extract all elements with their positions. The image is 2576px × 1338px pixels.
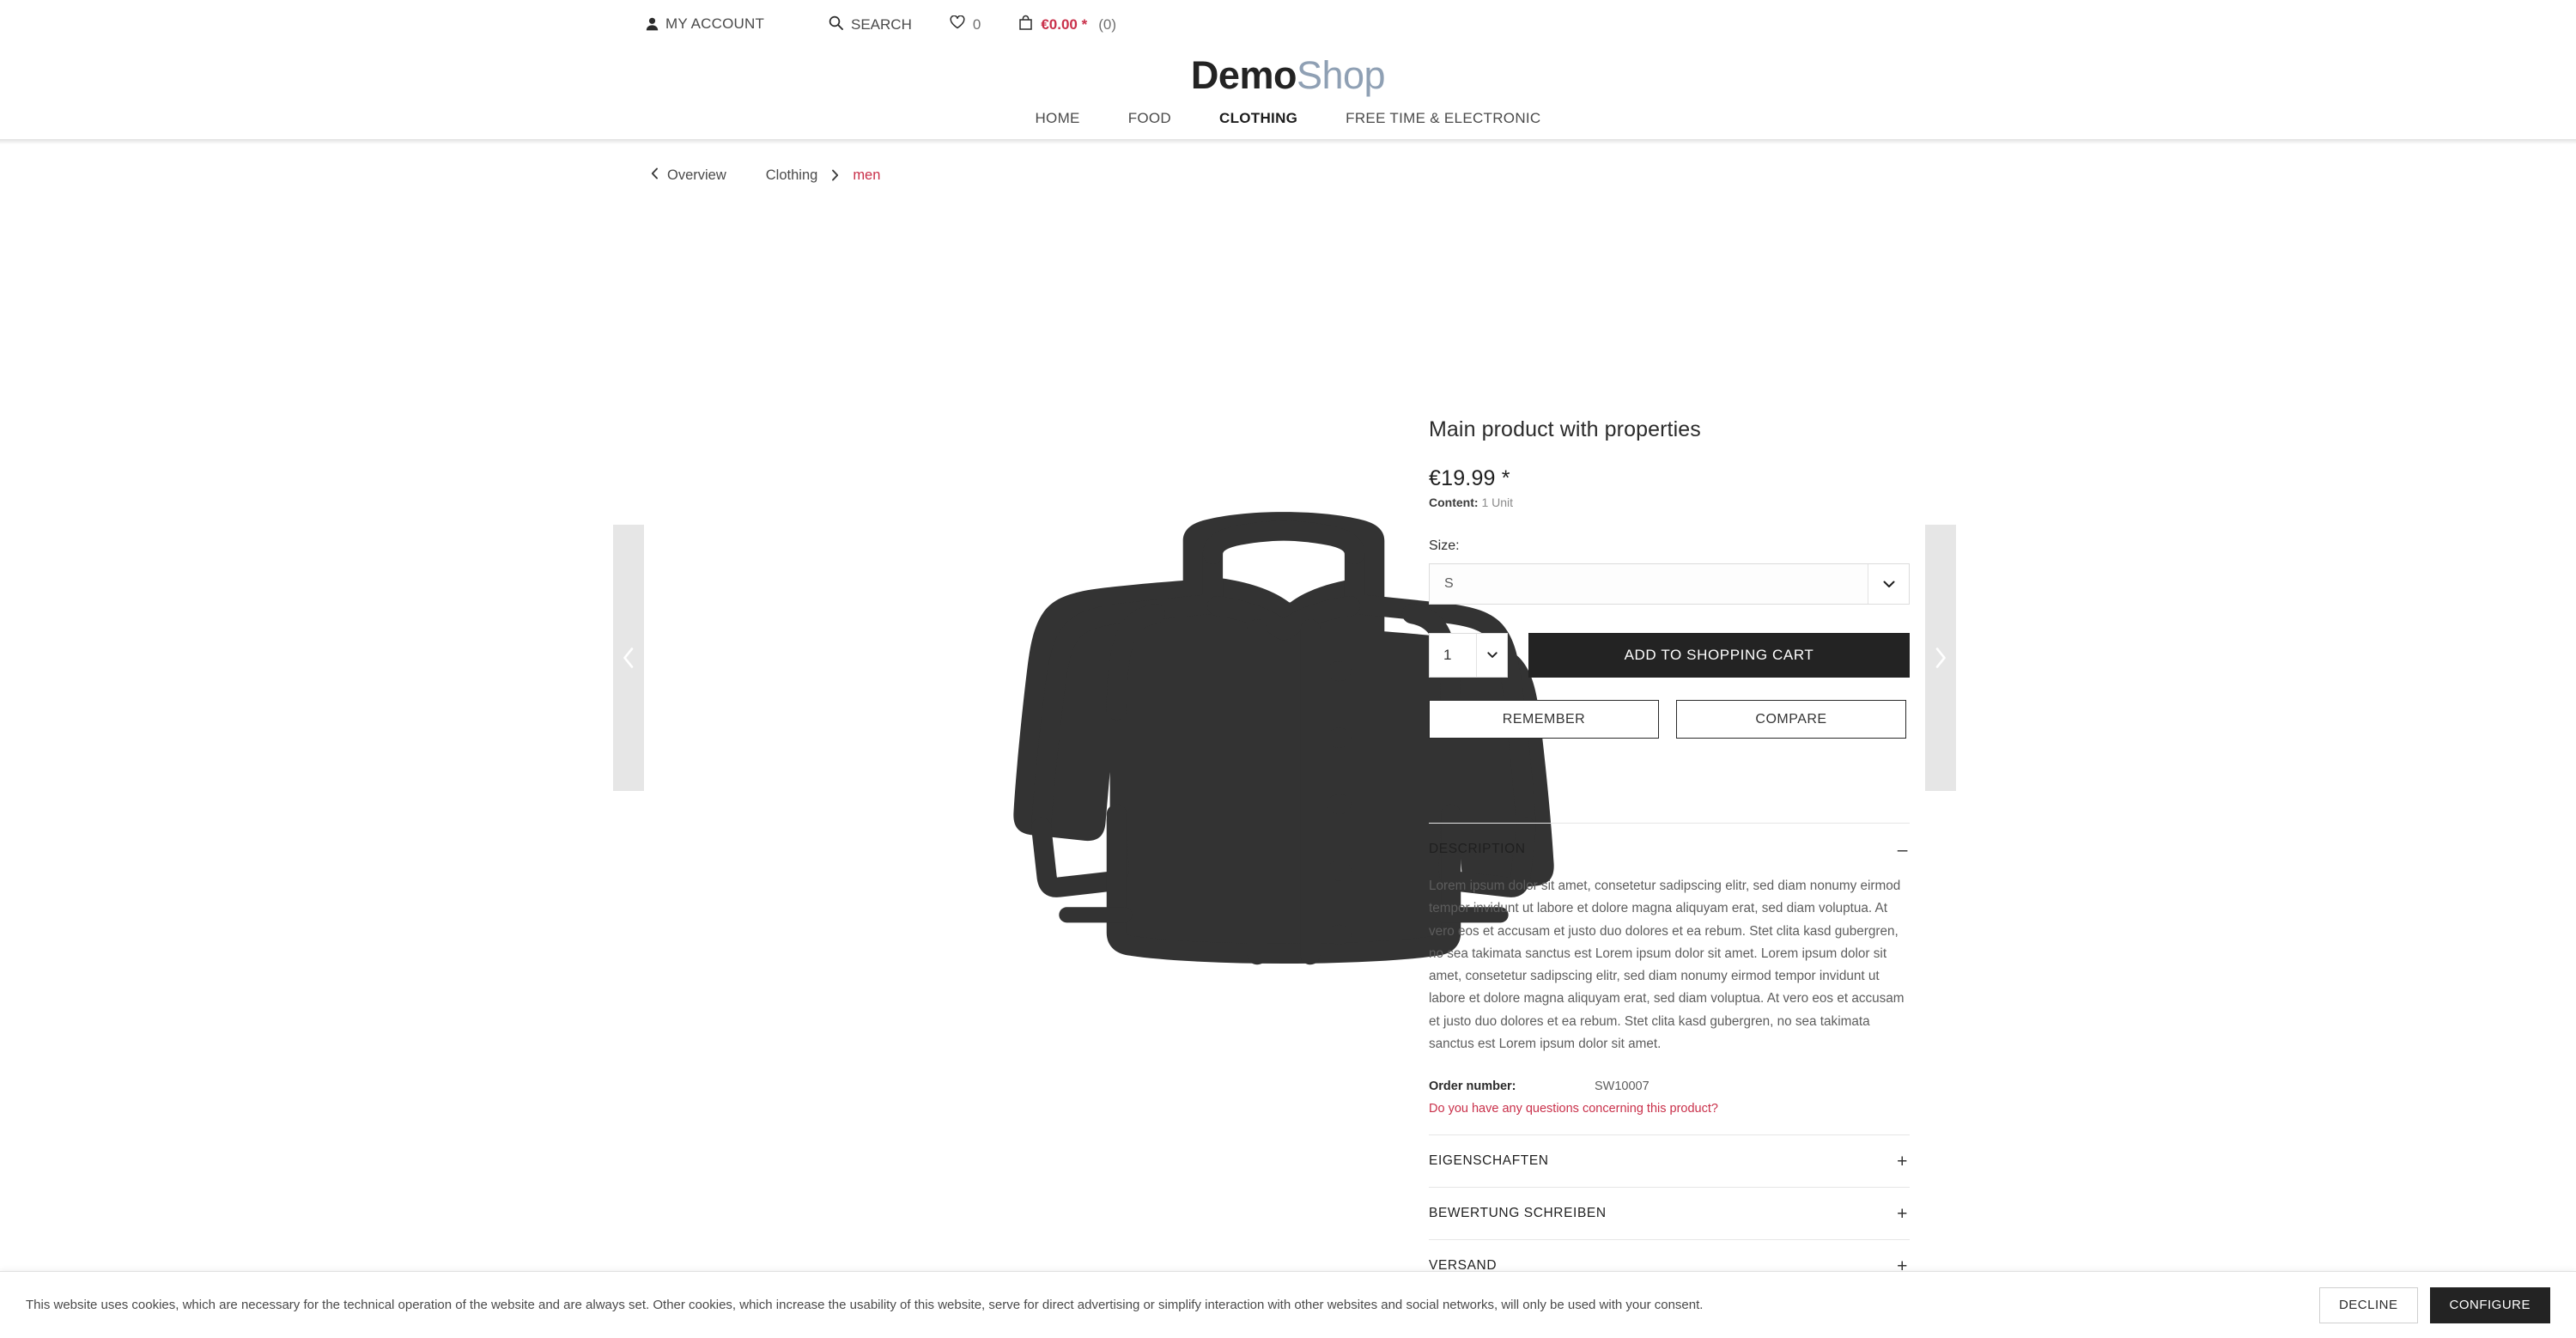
plus-icon: + xyxy=(1897,1151,1908,1171)
site-logo[interactable]: DemoShop xyxy=(1190,53,1386,98)
logo-primary: Demo xyxy=(1190,53,1297,97)
header-divider xyxy=(0,139,2576,144)
nav-item-home[interactable]: HOME xyxy=(1011,110,1103,127)
panel-description-body: Lorem ipsum dolor sit amet, consetetur s… xyxy=(1429,875,1910,1134)
product-content-line: Content: 1 Unit xyxy=(1429,496,1910,509)
chevron-down-icon xyxy=(1868,564,1909,604)
buy-row: 1 ADD TO SHOPPING CART xyxy=(1429,633,1910,678)
cookie-consent-text: This website uses cookies, which are nec… xyxy=(26,1297,1704,1312)
gallery-prev-button[interactable] xyxy=(613,525,644,791)
breadcrumb-current[interactable]: men xyxy=(853,167,880,184)
nav-item-clothing[interactable]: CLOTHING xyxy=(1195,110,1321,127)
panel-bewertung-schreiben-header[interactable]: BEWERTUNG SCHREIBEN + xyxy=(1429,1188,1910,1239)
cart-count: (0) xyxy=(1098,15,1116,33)
chevron-right-icon xyxy=(831,169,839,181)
chevron-down-icon xyxy=(1476,634,1507,677)
page-title: Main product with properties xyxy=(1429,417,1701,441)
chevron-left-icon xyxy=(622,647,635,669)
size-label: Size: xyxy=(1429,538,1460,553)
panel-eigenschaften: EIGENSCHAFTEN + xyxy=(1429,1134,1910,1187)
gallery-next-button[interactable] xyxy=(1925,525,1956,791)
cookie-decline-button[interactable]: DECLINE xyxy=(2318,1286,2418,1323)
cart-button[interactable]: €0.00 * (0) xyxy=(1018,15,1116,34)
add-to-cart-button[interactable]: ADD TO SHOPPING CART xyxy=(1528,633,1910,678)
header-top-bar: MY ACCOUNT SEARCH 0 €0.00 * (0) xyxy=(0,5,2576,46)
cookie-consent-bar: This website uses cookies, which are nec… xyxy=(0,1271,2576,1338)
order-number-row: Order number: SW10007 xyxy=(1429,1080,1910,1093)
header-actions: SEARCH 0 €0.00 * (0) xyxy=(829,15,1116,34)
breadcrumb-category-link[interactable]: Clothing xyxy=(766,167,818,184)
main-navigation: HOME FOOD CLOTHING FREE TIME & ELECTRONI… xyxy=(0,110,2576,139)
panel-eigenschaften-title: EIGENSCHAFTEN xyxy=(1429,1153,1549,1169)
chevron-left-icon xyxy=(651,167,659,184)
breadcrumb: Overview Clothing men xyxy=(0,144,2576,185)
nav-item-free-time-electronic[interactable]: FREE TIME & ELECTRONIC xyxy=(1321,110,1564,127)
content-value: 1 Unit xyxy=(1481,496,1514,509)
secondary-actions: REMEMBER COMPARE xyxy=(1429,700,1910,739)
nav-item-food[interactable]: FOOD xyxy=(1104,110,1195,127)
minus-icon: – xyxy=(1897,839,1908,860)
search-icon xyxy=(829,15,843,34)
product-description-text: Lorem ipsum dolor sit amet, consetetur s… xyxy=(1429,879,1905,1052)
main-content: Main product with properties €19.99 * Co… xyxy=(0,185,2576,1311)
order-number-label: Order number: xyxy=(1429,1080,1516,1094)
quantity-value: 1 xyxy=(1443,647,1452,663)
content-label: Content: xyxy=(1429,496,1479,509)
chevron-right-icon xyxy=(1934,647,1947,669)
cookie-consent-actions: DECLINE CONFIGURE xyxy=(2318,1286,2550,1323)
remember-button[interactable]: REMEMBER xyxy=(1429,700,1659,739)
my-account-label: MY ACCOUNT xyxy=(665,15,765,32)
breadcrumb-overview-label: Overview xyxy=(667,167,726,183)
user-icon xyxy=(646,17,659,31)
logo-secondary: Shop xyxy=(1296,53,1386,97)
wishlist-button[interactable]: 0 xyxy=(950,15,981,33)
plus-icon: + xyxy=(1897,1203,1908,1224)
product-price: €19.99 * xyxy=(1429,466,1510,490)
product-question-link[interactable]: Do you have any questions concerning thi… xyxy=(1429,1102,1910,1116)
product-buy-box: Main product with properties €19.99 * Co… xyxy=(1429,417,1910,739)
product-detail-panels: DESCRIPTION – Lorem ipsum dolor sit amet… xyxy=(1429,823,1910,1293)
panel-description: DESCRIPTION – Lorem ipsum dolor sit amet… xyxy=(1429,823,1910,1134)
cart-price: €0.00 * xyxy=(1041,15,1088,33)
panel-bewertung-schreiben: BEWERTUNG SCHREIBEN + xyxy=(1429,1187,1910,1239)
search-button[interactable]: SEARCH xyxy=(829,15,912,34)
size-select[interactable]: S xyxy=(1429,563,1910,605)
shopping-bag-icon xyxy=(1018,15,1033,34)
heart-icon xyxy=(950,15,965,33)
wishlist-count: 0 xyxy=(972,15,981,33)
order-number-value: SW10007 xyxy=(1595,1080,1649,1094)
my-account-link[interactable]: MY ACCOUNT xyxy=(646,15,764,33)
compare-button[interactable]: COMPARE xyxy=(1676,700,1906,739)
panel-bewertung-schreiben-title: BEWERTUNG SCHREIBEN xyxy=(1429,1206,1607,1221)
panel-eigenschaften-header[interactable]: EIGENSCHAFTEN + xyxy=(1429,1135,1910,1187)
panel-description-header[interactable]: DESCRIPTION – xyxy=(1429,824,1910,875)
search-label: SEARCH xyxy=(851,15,912,33)
site-header: MY ACCOUNT SEARCH 0 €0.00 * (0) DemoShop… xyxy=(0,0,2576,144)
size-selected-value: S xyxy=(1444,576,1454,591)
breadcrumb-overview-link[interactable]: Overview xyxy=(651,167,726,184)
cookie-configure-button[interactable]: CONFIGURE xyxy=(2429,1286,2550,1323)
logo-wrap: DemoShop xyxy=(0,46,2576,110)
quantity-select[interactable]: 1 xyxy=(1429,633,1508,678)
panel-description-title: DESCRIPTION xyxy=(1429,842,1526,856)
